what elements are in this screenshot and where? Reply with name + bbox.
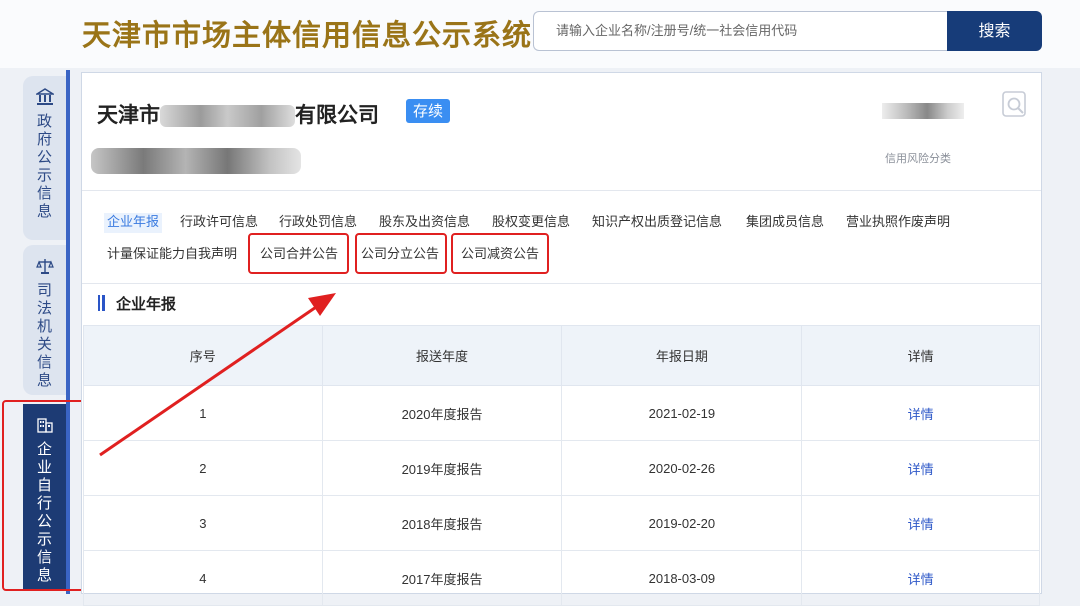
column-header: 详情 bbox=[801, 325, 1040, 386]
tab-license-void[interactable]: 营业执照作废声明 bbox=[846, 213, 950, 233]
row-year: 2018年度报告 bbox=[321, 495, 563, 551]
search-button[interactable]: 搜索 bbox=[947, 11, 1042, 51]
row-date: 2018-03-09 bbox=[561, 550, 803, 606]
sidebar-item-judicial[interactable]: 司法机关信息 bbox=[23, 245, 66, 395]
search-input[interactable]: 请输入企业名称/注册号/统一社会信用代码 bbox=[533, 11, 948, 51]
section-title: 企业年报 bbox=[116, 295, 177, 313]
redacted-credit-code bbox=[91, 148, 301, 174]
sidebar-item-government[interactable]: 政府公示信息 bbox=[23, 76, 66, 240]
divider bbox=[82, 283, 1041, 284]
column-header: 报送年度 bbox=[321, 325, 563, 386]
row-year: 2019年度报告 bbox=[321, 440, 563, 496]
tab-annual-report[interactable]: 企业年报 bbox=[104, 213, 163, 233]
detail-link[interactable]: 详情 bbox=[801, 385, 1040, 441]
sidebar-item-label: 司法机关信息 bbox=[36, 281, 52, 389]
row-index: 4 bbox=[83, 550, 323, 606]
row-date: 2019-02-20 bbox=[561, 495, 803, 551]
column-header: 年报日期 bbox=[561, 325, 803, 386]
sidebar-item-label: 政府公示信息 bbox=[36, 112, 52, 220]
divider bbox=[82, 190, 1041, 191]
tab-admin-license[interactable]: 行政许可信息 bbox=[180, 213, 258, 233]
row-year: 2020年度报告 bbox=[321, 385, 563, 441]
detail-link[interactable]: 详情 bbox=[801, 550, 1040, 606]
redacted-name bbox=[160, 105, 295, 127]
detail-link[interactable]: 详情 bbox=[801, 495, 1040, 551]
table-row: 4 2017年度报告 2018-03-09 详情 bbox=[83, 550, 1040, 606]
judicial-scales-icon bbox=[35, 257, 54, 275]
table-row: 2 2019年度报告 2020-02-26 详情 bbox=[83, 440, 1040, 496]
annual-report-table: 序号 报送年度 年报日期 详情 1 2020年度报告 2021-02-19 详情… bbox=[83, 325, 1040, 606]
row-index: 1 bbox=[83, 385, 323, 441]
table-row: 3 2018年度报告 2019-02-20 详情 bbox=[83, 495, 1040, 551]
magnifier-icon[interactable] bbox=[1002, 91, 1028, 123]
section-marker-icon bbox=[98, 295, 105, 311]
government-building-icon bbox=[34, 88, 55, 106]
redacted-risk-value bbox=[882, 103, 964, 119]
row-index: 3 bbox=[83, 495, 323, 551]
company-name: 天津市 有限公司 bbox=[97, 103, 379, 127]
highlight-box-sidebar bbox=[2, 400, 89, 591]
row-date: 2021-02-19 bbox=[561, 385, 803, 441]
header: 天津市市场主体信用信息公示系统 请输入企业名称/注册号/统一社会信用代码 搜索 bbox=[0, 0, 1080, 68]
tab-shareholder[interactable]: 股东及出资信息 bbox=[379, 213, 470, 233]
row-index: 2 bbox=[83, 440, 323, 496]
highlight-box-split bbox=[355, 233, 447, 274]
tab-metrology[interactable]: 计量保证能力自我声明 bbox=[107, 245, 237, 265]
risk-label: 信用风险分类 bbox=[885, 152, 951, 165]
row-year: 2017年度报告 bbox=[321, 550, 563, 606]
row-date: 2020-02-26 bbox=[561, 440, 803, 496]
tab-admin-penalty[interactable]: 行政处罚信息 bbox=[279, 213, 357, 233]
tab-equity-change[interactable]: 股权变更信息 bbox=[492, 213, 570, 233]
status-badge: 存续 bbox=[406, 99, 451, 123]
site-title: 天津市市场主体信用信息公示系统 bbox=[82, 18, 533, 52]
column-header: 序号 bbox=[83, 325, 323, 386]
company-card: 天津市 有限公司 存续 信用风险分类 企业年报 行政许可信息 行政处罚信息 股东及… bbox=[81, 72, 1042, 606]
table-header-row: 序号 报送年度 年报日期 详情 bbox=[83, 325, 1040, 386]
tab-group-member[interactable]: 集团成员信息 bbox=[746, 213, 824, 233]
highlight-box-merger bbox=[248, 233, 349, 274]
table-row: 1 2020年度报告 2021-02-19 详情 bbox=[83, 385, 1040, 441]
highlight-box-reduction bbox=[451, 233, 549, 274]
detail-link[interactable]: 详情 bbox=[801, 440, 1040, 496]
tab-ip-pledge[interactable]: 知识产权出质登记信息 bbox=[592, 213, 722, 233]
